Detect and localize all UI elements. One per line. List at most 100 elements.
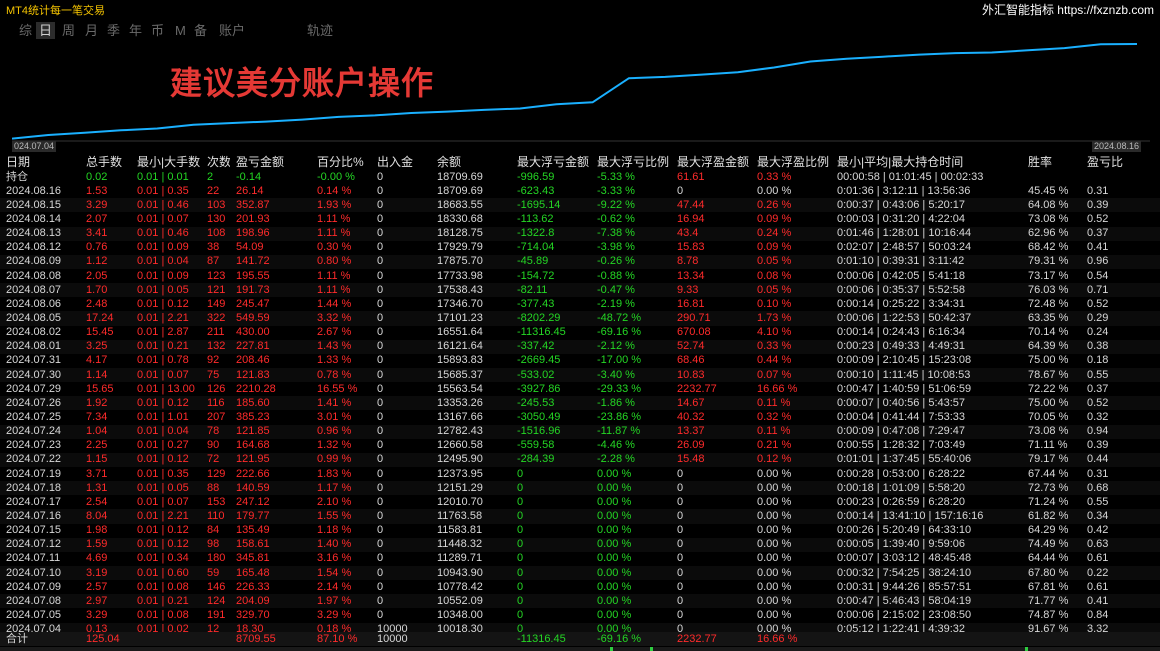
horizontal-scrollbar[interactable]	[0, 647, 1160, 651]
table-cell: 0.22	[1081, 565, 1160, 581]
header-cell[interactable]: 日期	[0, 155, 80, 170]
table-row[interactable]: 2024.08.01 3.25 0.01 | 0.21 132 227.81 1.43 %…	[0, 339, 1160, 354]
table-cell: 79.31 %	[1022, 254, 1081, 269]
table-row[interactable]: 2024.08.13 3.41 0.01 | 0.46 108 198.96 1.11 %…	[0, 226, 1160, 241]
table-cell: 22	[207, 184, 220, 197]
table-row[interactable]: 2024.08.09 1.12 0.01 | 0.04 87 141.72 0.80 % 0…	[0, 254, 1160, 269]
table-cell: 0	[377, 241, 384, 254]
header-cell[interactable]: 胜率	[1022, 155, 1081, 170]
table-cell: 0.00 %	[591, 537, 671, 552]
table-cell: 1.32 %	[317, 439, 352, 452]
header-cell[interactable]: 最大浮亏金额	[511, 155, 591, 170]
header-cell[interactable]: 最小|大手数	[131, 155, 201, 170]
table-cell: 合计	[6, 632, 28, 645]
table-cell: 0	[377, 184, 384, 197]
table-cell: 2.54	[86, 495, 108, 508]
header-cell[interactable]: 最小|平均|最大持仓时间	[831, 155, 1022, 170]
table-cell: 0.00 %	[751, 594, 831, 609]
table-cell: 0.30 %	[317, 241, 352, 254]
table-cell: 3.01 %	[317, 410, 352, 423]
table-cell: 15.48	[671, 452, 751, 467]
tab-4[interactable]: 季	[104, 22, 123, 39]
table-cell: 164.68	[236, 439, 270, 452]
header-cell[interactable]: 次数	[201, 155, 230, 170]
table-cell: 0:00:05 | 1:39:40 | 9:59:06	[831, 537, 1022, 552]
table-cell: 0.01 | 0.21	[131, 594, 201, 609]
table-cell	[1081, 632, 1160, 646]
table-cell: 0.01 | 0.12	[131, 537, 201, 552]
table-row[interactable]: 2024.07.05 3.29 0.01 | 0.08 191 329.70 3.29 %…	[0, 608, 1160, 622]
table-cell: 329.70	[236, 608, 270, 621]
header-cell[interactable]: 最大浮亏比例	[591, 155, 671, 170]
table-row[interactable]: 2024.07.12 1.59 0.01 | 0.12 98 158.61 1.40 % 0…	[0, 537, 1160, 552]
table-row[interactable]: 2024.07.31 4.17 0.01 | 0.78 92 208.46 1.33 % 0…	[0, 354, 1160, 368]
table-cell: -11.87 %	[591, 424, 671, 439]
table-cell: -0.14	[236, 170, 262, 183]
header-cell[interactable]: 盈亏金额	[230, 155, 311, 170]
tab-9[interactable]: 账户	[216, 22, 248, 39]
table-row[interactable]: 2024.07.30 1.14 0.01 | 0.07 75 121.83 0.78 % 0…	[0, 367, 1160, 383]
table-cell: 2024.07.31	[6, 354, 62, 367]
table-row[interactable]: 2024.07.24 1.04 0.01 | 0.04 78 121.85 0.96 % 0…	[0, 424, 1160, 439]
table-cell: 132	[201, 339, 230, 354]
table-row[interactable]: 2024.07.26 1.92 0.01 | 0.12 116 185.60 1.41 %…	[0, 396, 1160, 411]
table-cell: 0:00:03 | 0:31:20 | 4:22:04	[837, 212, 966, 225]
table-row[interactable]: 2024.07.10 3.19 0.01 | 0.60 59 165.48 1.54 % 0…	[0, 565, 1160, 581]
table-row[interactable]: 2024.07.25 7.34 0.01 | 1.01 207 385.23 3.01 %…	[0, 410, 1160, 424]
tab-0[interactable]: 综	[16, 22, 35, 39]
header-cell[interactable]: 盈亏比	[1081, 155, 1160, 170]
brand-link[interactable]: 外汇智能指标 https://fxznzb.com	[982, 1, 1154, 18]
tab-3[interactable]: 月	[82, 22, 101, 39]
table-row[interactable]: 2024.08.02 15.45 0.01 | 2.87 211 430.00 2.67 …	[0, 326, 1160, 340]
table-row[interactable]: 2024.07.08 2.97 0.01 | 0.21 124 204.09 1.97 %…	[0, 594, 1160, 609]
header-cell[interactable]: 总手数	[80, 155, 131, 170]
table-cell: 0.11 %	[751, 424, 831, 439]
header-cell[interactable]: 余额	[431, 155, 511, 170]
table-cell: 0.32 %	[757, 410, 792, 423]
tab-7[interactable]: M	[172, 22, 189, 39]
table-cell: 71.24 %	[1028, 495, 1069, 508]
header-cell[interactable]: 百分比%	[311, 155, 371, 170]
header-cell[interactable]: 出入金	[371, 155, 431, 170]
table-row[interactable]: 2024.08.08 2.05 0.01 | 0.09 123 195.55 1.11 %…	[0, 269, 1160, 283]
table-row[interactable]: 2024.07.18 1.31 0.01 | 0.05 88 140.59 1.17 % 0…	[0, 481, 1160, 496]
tab-6[interactable]: 币	[148, 22, 167, 39]
position-row[interactable]: 持仓 0.02 0.01 | 0.01 2 -0.14 -0.00 % 0 18709.69 -…	[0, 170, 1160, 184]
tab-8[interactable]: 备	[191, 22, 210, 39]
table-row[interactable]: 2024.08.05 17.24 0.01 | 2.21 322 549.59 3.32 …	[0, 311, 1160, 326]
table-cell: 245.47	[236, 297, 270, 310]
table-row[interactable]: 2024.08.16 1.53 0.01 | 0.35 22 26.14 0.14 % 0 1…	[0, 184, 1160, 198]
tab-10[interactable]: 轨迹	[304, 22, 336, 39]
table-row[interactable]: 2024.08.15 3.29 0.01 | 0.46 103 352.87 1.93 %…	[0, 198, 1160, 213]
table-row[interactable]: 2024.07.17 2.54 0.01 | 0.07 153 247.12 2.10 %…	[0, 495, 1160, 509]
table-row[interactable]: 2024.08.06 2.48 0.01 | 0.12 149 245.47 1.44 %…	[0, 297, 1160, 311]
table-row[interactable]: 2024.08.12 0.76 0.01 | 0.09 38 54.09 0.30 % 0 1…	[0, 241, 1160, 255]
header-cell[interactable]: 最大浮盈比例	[751, 155, 831, 170]
tab-1[interactable]: 日	[36, 22, 56, 39]
table-cell: 0.61	[1087, 580, 1109, 593]
tab-5[interactable]: 年	[126, 22, 145, 39]
table-row[interactable]: 2024.07.29 15.65 0.01 | 13.00 126 2210.28 16.…	[0, 382, 1160, 396]
table-row[interactable]: 2024.07.11 4.69 0.01 | 0.34 180 345.81 3.16 %…	[0, 552, 1160, 566]
header-cell[interactable]: 最大浮盈金额	[671, 155, 751, 170]
table-cell: 2024.08.13	[0, 226, 80, 241]
table-cell: 2.05	[86, 269, 108, 282]
table-cell: 1.33 %	[317, 354, 352, 367]
table-row[interactable]: 2024.07.16 8.04 0.01 | 2.21 110 179.77 1.55 %…	[0, 509, 1160, 524]
table-cell: 0	[377, 354, 384, 367]
table-row[interactable]: 2024.07.23 2.25 0.01 | 0.27 90 164.68 1.32 % 0…	[0, 439, 1160, 453]
table-row[interactable]: 2024.08.07 1.70 0.01 | 0.05 121 191.73 1.11 %…	[0, 283, 1160, 298]
chart-end-date: 2024.08.16	[1092, 141, 1142, 152]
table-row[interactable]: 2024.07.19 3.71 0.01 | 0.35 129 222.66 1.83 %…	[0, 467, 1160, 481]
table-cell: 0.01 | 0.34	[137, 552, 189, 565]
table-cell: 185.60	[230, 396, 311, 411]
table-cell: 3.41	[80, 226, 131, 241]
table-cell: 0:00:06 | 0:42:05 | 5:41:18	[837, 269, 966, 282]
table-cell: 47.44	[671, 198, 751, 213]
table-cell: 0.96 %	[311, 424, 371, 439]
table-row[interactable]: 2024.07.09 2.57 0.01 | 0.08 146 226.33 2.14 %…	[0, 580, 1160, 594]
table-row[interactable]: 2024.07.15 1.98 0.01 | 0.12 84 135.49 1.18 % 0…	[0, 524, 1160, 538]
table-row[interactable]: 2024.08.14 2.07 0.01 | 0.07 130 201.93 1.11 %…	[0, 212, 1160, 226]
tab-2[interactable]: 周	[59, 22, 78, 39]
table-row[interactable]: 2024.07.22 1.15 0.01 | 0.12 72 121.95 0.99 % 0…	[0, 452, 1160, 467]
